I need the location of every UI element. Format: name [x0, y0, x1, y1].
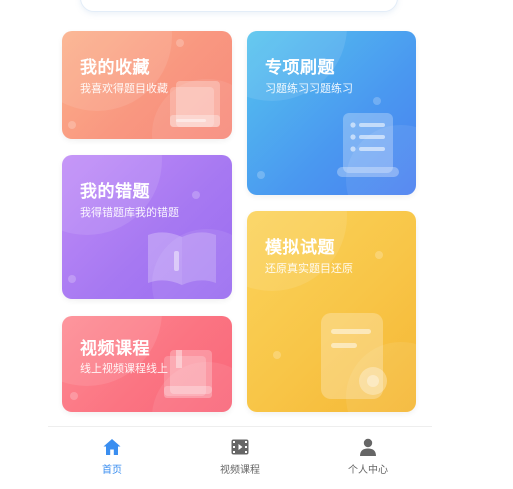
card-title: 专项刷题 [265, 58, 335, 78]
video-icon [231, 439, 249, 455]
book-icon [164, 350, 212, 398]
exam-paper-icon [321, 313, 387, 399]
tab-home[interactable]: 首页 [48, 427, 176, 489]
user-icon [360, 438, 376, 456]
mistakes-card[interactable]: 我的错题 我得错题库我的错题 [62, 155, 232, 299]
tab-label: 视频课程 [220, 465, 260, 476]
card-subtitle: 还原真实题目还原 [265, 262, 353, 275]
tab-profile[interactable]: 个人中心 [304, 427, 432, 489]
video-course-card[interactable]: 视频课程 线上视频课程线上 [62, 316, 232, 412]
card-title: 我的收藏 [80, 58, 150, 78]
card-subtitle: 线上视频课程线上 [80, 362, 168, 375]
card-title: 我的错题 [80, 182, 150, 202]
search-bar[interactable] [80, 0, 398, 12]
card-subtitle: 我喜欢得题目收藏 [80, 82, 168, 95]
favorites-card[interactable]: 我的收藏 我喜欢得题目收藏 [62, 31, 232, 139]
tab-video-course[interactable]: 视频课程 [176, 427, 304, 489]
open-book-icon [148, 232, 216, 285]
card-subtitle: 习题练习习题练习 [265, 82, 353, 95]
book-icon [170, 81, 220, 127]
card-title: 视频课程 [80, 339, 150, 359]
mock-exam-card[interactable]: 模拟试题 还原真实题目还原 [247, 211, 416, 412]
bottom-tab-bar: 首页 视频课程 个人中心 [48, 426, 432, 489]
tab-label: 个人中心 [348, 465, 388, 476]
tab-label: 首页 [102, 465, 122, 476]
special-practice-card[interactable]: 专项刷题 习题练习习题练习 [247, 31, 416, 195]
scroll-list-icon [337, 113, 399, 177]
card-title: 模拟试题 [265, 238, 335, 258]
card-subtitle: 我得错题库我的错题 [80, 206, 179, 219]
home-icon [103, 439, 121, 455]
